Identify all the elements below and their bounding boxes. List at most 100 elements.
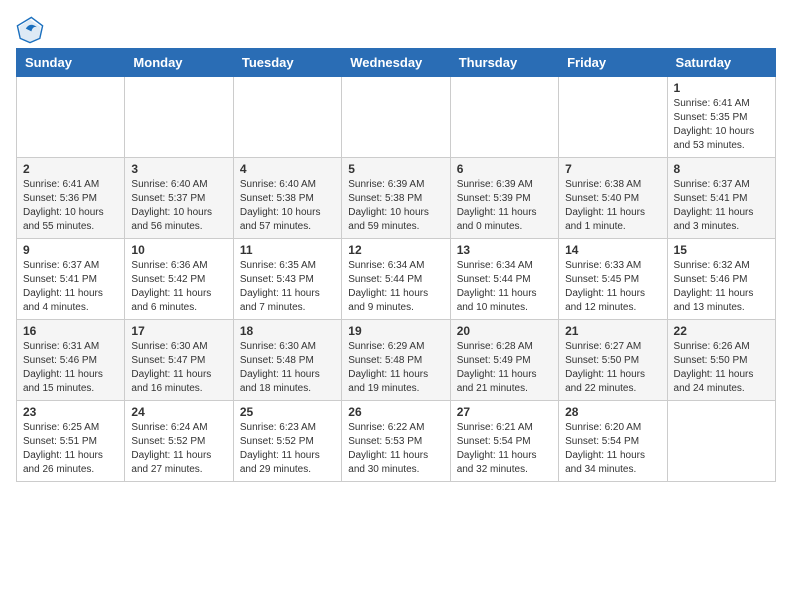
day-number: 20: [457, 324, 552, 338]
calendar-day-cell: 25 Sunrise: 6:23 AM Sunset: 5:52 PM Dayli…: [233, 401, 341, 482]
day-number: 9: [23, 243, 118, 257]
day-of-week-header: Wednesday: [342, 49, 450, 77]
day-number: 21: [565, 324, 660, 338]
day-info: Sunrise: 6:40 AM Sunset: 5:38 PM Dayligh…: [240, 178, 335, 234]
calendar-day-cell: 13 Sunrise: 6:34 AM Sunset: 5:44 PM Dayli…: [450, 239, 558, 320]
day-info: Sunrise: 6:23 AM Sunset: 5:52 PM Dayligh…: [240, 421, 335, 477]
calendar-day-cell: 19 Sunrise: 6:29 AM Sunset: 5:48 PM Dayli…: [342, 320, 450, 401]
day-of-week-header: Monday: [125, 49, 233, 77]
day-info: Sunrise: 6:38 AM Sunset: 5:40 PM Dayligh…: [565, 178, 660, 234]
day-of-week-header: Tuesday: [233, 49, 341, 77]
calendar-day-cell: 28 Sunrise: 6:20 AM Sunset: 5:54 PM Dayli…: [559, 401, 667, 482]
day-info: Sunrise: 6:34 AM Sunset: 5:44 PM Dayligh…: [457, 259, 552, 315]
day-info: Sunrise: 6:32 AM Sunset: 5:46 PM Dayligh…: [674, 259, 769, 315]
day-number: 11: [240, 243, 335, 257]
day-number: 3: [131, 162, 226, 176]
calendar-day-cell: [450, 77, 558, 158]
day-number: 16: [23, 324, 118, 338]
day-info: Sunrise: 6:20 AM Sunset: 5:54 PM Dayligh…: [565, 421, 660, 477]
day-info: Sunrise: 6:37 AM Sunset: 5:41 PM Dayligh…: [23, 259, 118, 315]
day-info: Sunrise: 6:26 AM Sunset: 5:50 PM Dayligh…: [674, 340, 769, 396]
calendar-day-cell: 2Sunrise: 6:41 AM Sunset: 5:36 PM Daylig…: [17, 158, 125, 239]
day-number: 14: [565, 243, 660, 257]
day-number: 28: [565, 405, 660, 419]
calendar-week-row: 23 Sunrise: 6:25 AM Sunset: 5:51 PM Dayli…: [17, 401, 776, 482]
calendar-day-cell: 9 Sunrise: 6:37 AM Sunset: 5:41 PM Daylig…: [17, 239, 125, 320]
calendar-day-cell: 12Sunrise: 6:34 AM Sunset: 5:44 PM Dayli…: [342, 239, 450, 320]
calendar-day-cell: [559, 77, 667, 158]
day-number: 1: [674, 81, 769, 95]
calendar-week-row: 1 Sunrise: 6:41 AM Sunset: 5:35 PM Daylig…: [17, 77, 776, 158]
day-number: 19: [348, 324, 443, 338]
day-of-week-header: Saturday: [667, 49, 775, 77]
day-number: 25: [240, 405, 335, 419]
calendar-header-row: SundayMondayTuesdayWednesdayThursdayFrid…: [17, 49, 776, 77]
calendar-day-cell: 22 Sunrise: 6:26 AM Sunset: 5:50 PM Dayli…: [667, 320, 775, 401]
day-number: 17: [131, 324, 226, 338]
day-info: Sunrise: 6:39 AM Sunset: 5:38 PM Dayligh…: [348, 178, 443, 234]
calendar-day-cell: 1 Sunrise: 6:41 AM Sunset: 5:35 PM Daylig…: [667, 77, 775, 158]
day-info: Sunrise: 6:36 AM Sunset: 5:42 PM Dayligh…: [131, 259, 226, 315]
day-info: Sunrise: 6:40 AM Sunset: 5:37 PM Dayligh…: [131, 178, 226, 234]
calendar-day-cell: 3 Sunrise: 6:40 AM Sunset: 5:37 PM Daylig…: [125, 158, 233, 239]
day-info: Sunrise: 6:30 AM Sunset: 5:47 PM Dayligh…: [131, 340, 226, 396]
day-number: 23: [23, 405, 118, 419]
day-info: Sunrise: 6:28 AM Sunset: 5:49 PM Dayligh…: [457, 340, 552, 396]
day-info: Sunrise: 6:29 AM Sunset: 5:48 PM Dayligh…: [348, 340, 443, 396]
calendar-week-row: 9 Sunrise: 6:37 AM Sunset: 5:41 PM Daylig…: [17, 239, 776, 320]
day-info: Sunrise: 6:41 AM Sunset: 5:35 PM Dayligh…: [674, 97, 769, 153]
day-info: Sunrise: 6:25 AM Sunset: 5:51 PM Dayligh…: [23, 421, 118, 477]
calendar-day-cell: [342, 77, 450, 158]
calendar-day-cell: 20 Sunrise: 6:28 AM Sunset: 5:49 PM Dayli…: [450, 320, 558, 401]
calendar-day-cell: 18Sunrise: 6:30 AM Sunset: 5:48 PM Dayli…: [233, 320, 341, 401]
calendar-week-row: 16 Sunrise: 6:31 AM Sunset: 5:46 PM Dayli…: [17, 320, 776, 401]
page-header: [16, 16, 776, 44]
day-number: 4: [240, 162, 335, 176]
day-number: 7: [565, 162, 660, 176]
day-number: 10: [131, 243, 226, 257]
calendar-day-cell: 17 Sunrise: 6:30 AM Sunset: 5:47 PM Dayli…: [125, 320, 233, 401]
day-info: Sunrise: 6:35 AM Sunset: 5:43 PM Dayligh…: [240, 259, 335, 315]
day-info: Sunrise: 6:22 AM Sunset: 5:53 PM Dayligh…: [348, 421, 443, 477]
day-number: 22: [674, 324, 769, 338]
calendar-week-row: 2Sunrise: 6:41 AM Sunset: 5:36 PM Daylig…: [17, 158, 776, 239]
calendar-day-cell: [667, 401, 775, 482]
calendar-day-cell: [233, 77, 341, 158]
calendar-day-cell: 15 Sunrise: 6:32 AM Sunset: 5:46 PM Dayli…: [667, 239, 775, 320]
logo-icon: [16, 16, 44, 44]
calendar-day-cell: 6 Sunrise: 6:39 AM Sunset: 5:39 PM Daylig…: [450, 158, 558, 239]
day-info: Sunrise: 6:24 AM Sunset: 5:52 PM Dayligh…: [131, 421, 226, 477]
calendar-table: SundayMondayTuesdayWednesdayThursdayFrid…: [16, 48, 776, 482]
calendar-day-cell: [125, 77, 233, 158]
calendar-day-cell: 8 Sunrise: 6:37 AM Sunset: 5:41 PM Daylig…: [667, 158, 775, 239]
logo: [16, 16, 48, 44]
day-number: 26: [348, 405, 443, 419]
day-info: Sunrise: 6:21 AM Sunset: 5:54 PM Dayligh…: [457, 421, 552, 477]
day-number: 8: [674, 162, 769, 176]
calendar-day-cell: 11 Sunrise: 6:35 AM Sunset: 5:43 PM Dayli…: [233, 239, 341, 320]
day-number: 15: [674, 243, 769, 257]
calendar-day-cell: 27 Sunrise: 6:21 AM Sunset: 5:54 PM Dayli…: [450, 401, 558, 482]
calendar-day-cell: 16 Sunrise: 6:31 AM Sunset: 5:46 PM Dayli…: [17, 320, 125, 401]
day-info: Sunrise: 6:39 AM Sunset: 5:39 PM Dayligh…: [457, 178, 552, 234]
day-info: Sunrise: 6:31 AM Sunset: 5:46 PM Dayligh…: [23, 340, 118, 396]
day-info: Sunrise: 6:33 AM Sunset: 5:45 PM Dayligh…: [565, 259, 660, 315]
calendar-day-cell: 23 Sunrise: 6:25 AM Sunset: 5:51 PM Dayli…: [17, 401, 125, 482]
day-number: 5: [348, 162, 443, 176]
day-number: 27: [457, 405, 552, 419]
day-info: Sunrise: 6:30 AM Sunset: 5:48 PM Dayligh…: [240, 340, 335, 396]
calendar-day-cell: 24 Sunrise: 6:24 AM Sunset: 5:52 PM Dayli…: [125, 401, 233, 482]
day-of-week-header: Friday: [559, 49, 667, 77]
day-number: 24: [131, 405, 226, 419]
calendar-day-cell: 10 Sunrise: 6:36 AM Sunset: 5:42 PM Dayli…: [125, 239, 233, 320]
day-number: 13: [457, 243, 552, 257]
day-number: 2: [23, 162, 118, 176]
calendar-day-cell: 14 Sunrise: 6:33 AM Sunset: 5:45 PM Dayli…: [559, 239, 667, 320]
day-info: Sunrise: 6:27 AM Sunset: 5:50 PM Dayligh…: [565, 340, 660, 396]
day-info: Sunrise: 6:37 AM Sunset: 5:41 PM Dayligh…: [674, 178, 769, 234]
day-of-week-header: Sunday: [17, 49, 125, 77]
day-of-week-header: Thursday: [450, 49, 558, 77]
day-number: 6: [457, 162, 552, 176]
calendar-day-cell: 21 Sunrise: 6:27 AM Sunset: 5:50 PM Dayli…: [559, 320, 667, 401]
calendar-day-cell: [17, 77, 125, 158]
